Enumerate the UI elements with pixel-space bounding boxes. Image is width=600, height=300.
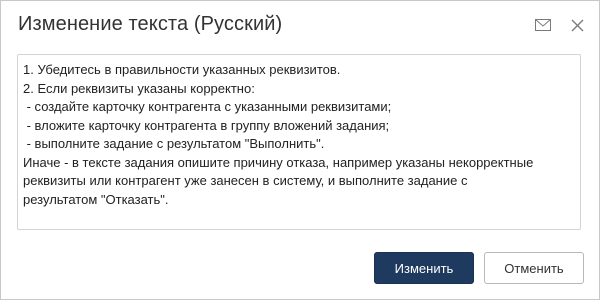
text-line: 2. Если реквизиты указаны корректно: — [23, 80, 255, 96]
text-line: Иначе - в тексте задания опишите причину… — [23, 154, 534, 170]
mail-icon[interactable] — [533, 15, 553, 35]
text-line: результатом "Отказать". — [23, 191, 169, 207]
close-icon[interactable] — [567, 15, 587, 35]
text-line: 1. Убедитесь в правильности указанных ре… — [23, 62, 341, 77]
text-line: реквизиты или контрагент уже занесен в с… — [23, 173, 468, 188]
edit-text-dialog: Изменение текста (Русский) 1. Убедитесь … — [0, 0, 600, 300]
text-line: - вложите карточку контрагента в группу … — [23, 117, 390, 133]
dialog-header-actions — [533, 15, 587, 35]
change-button[interactable]: Изменить — [374, 252, 474, 284]
text-editor-field[interactable]: 1. Убедитесь в правильности указанных ре… — [17, 54, 581, 230]
text-line: - выполните задание с результатом "Выпол… — [23, 136, 325, 151]
text-line: - создайте карточку контрагента с указан… — [23, 99, 392, 114]
cancel-button[interactable]: Отменить — [484, 252, 584, 284]
dialog-title: Изменение текста (Русский) — [18, 13, 283, 35]
